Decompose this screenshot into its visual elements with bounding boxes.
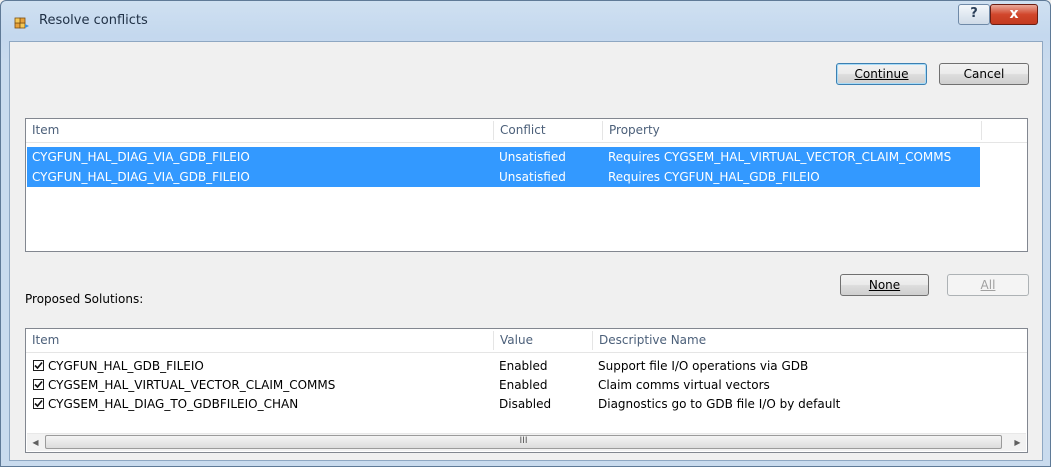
solution-checkbox[interactable] [33,360,44,371]
solution-row[interactable]: CYGFUN_HAL_GDB_FILEIO Enabled Support fi… [27,356,1026,376]
solution-checkbox[interactable] [33,379,44,390]
cancel-button[interactable]: Cancel [939,63,1029,85]
none-label: None [868,278,901,292]
close-button[interactable]: x [990,4,1038,25]
header-bottom-border [26,142,1027,143]
window-title: Resolve conflicts [39,13,148,28]
header-divider[interactable] [981,121,982,140]
solution-item: CYGFUN_HAL_GDB_FILEIO [48,359,204,373]
solution-item: CYGSEM_HAL_DIAG_TO_GDBFILEIO_CHAN [48,397,299,411]
solution-description: Diagnostics go to GDB file I/O by defaul… [598,397,841,411]
solution-value: Enabled [499,359,548,373]
conflict-property: Requires CYGFUN_HAL_GDB_FILEIO [608,170,820,184]
solution-value: Enabled [499,378,548,392]
none-button[interactable]: None [840,274,929,296]
title-bar[interactable]: Resolve conflicts ? x [1,1,1050,41]
conflicts-header-property[interactable]: Property [603,119,981,142]
solutions-header-description[interactable]: Descriptive Name [593,329,1023,352]
conflict-property: Requires CYGSEM_HAL_VIRTUAL_VECTOR_CLAIM… [608,150,952,164]
all-label: All [980,278,996,292]
solution-description: Support file I/O operations via GDB [598,359,809,373]
scrollbar-thumb[interactable]: III [45,435,1002,449]
solution-value: Disabled [499,397,552,411]
conflict-item: CYGFUN_HAL_DIAG_VIA_GDB_FILEIO [32,170,250,184]
conflict-status: Unsatisfied [499,170,566,184]
checkmark-icon [34,399,43,408]
scroll-right-icon[interactable]: ▶ [1009,434,1026,451]
solution-row[interactable]: CYGSEM_HAL_VIRTUAL_VECTOR_CLAIM_COMMS En… [27,375,1026,395]
dialog-window: Resolve conflicts ? x Continue Cancel It… [0,0,1051,467]
continue-button[interactable]: Continue [836,63,927,85]
solutions-header-value[interactable]: Value [494,329,592,352]
conflict-row[interactable]: CYGFUN_HAL_DIAG_VIA_GDB_FILEIO Unsatisfi… [27,147,980,167]
proposed-solutions-label: Proposed Solutions: [25,292,144,306]
solution-description: Claim comms virtual vectors [598,378,770,392]
solutions-header-item[interactable]: Item [26,329,493,352]
conflict-status: Unsatisfied [499,150,566,164]
header-bottom-border [26,352,1027,353]
all-button[interactable]: All [947,274,1029,296]
scroll-left-icon[interactable]: ◀ [27,434,44,451]
solutions-list[interactable]: Item Value Descriptive Name CYGFUN_HAL_G… [25,328,1028,453]
solution-row[interactable]: CYGSEM_HAL_DIAG_TO_GDBFILEIO_CHAN Disabl… [27,394,1026,414]
conflict-item: CYGFUN_HAL_DIAG_VIA_GDB_FILEIO [32,150,250,164]
solution-checkbox[interactable] [33,398,44,409]
solution-item: CYGSEM_HAL_VIRTUAL_VECTOR_CLAIM_COMMS [48,378,336,392]
conflicts-header-conflict[interactable]: Conflict [494,119,602,142]
conflicts-list[interactable]: Item Conflict Property CYGFUN_HAL_DIAG_V… [25,118,1028,252]
dialog-body: Continue Cancel Item Conflict Property C… [9,41,1043,461]
grip-icon: III [519,436,528,446]
conflicts-header-item[interactable]: Item [26,119,493,142]
checkmark-icon [34,380,43,389]
checkmark-icon [34,361,43,370]
horizontal-scrollbar[interactable]: ◀ III ▶ [27,433,1026,451]
help-button[interactable]: ? [958,4,990,25]
cancel-label: Cancel [963,67,1005,81]
conflict-row[interactable]: CYGFUN_HAL_DIAG_VIA_GDB_FILEIO Unsatisfi… [27,167,980,187]
continue-label: Continue [854,67,909,81]
app-icon [14,14,30,30]
